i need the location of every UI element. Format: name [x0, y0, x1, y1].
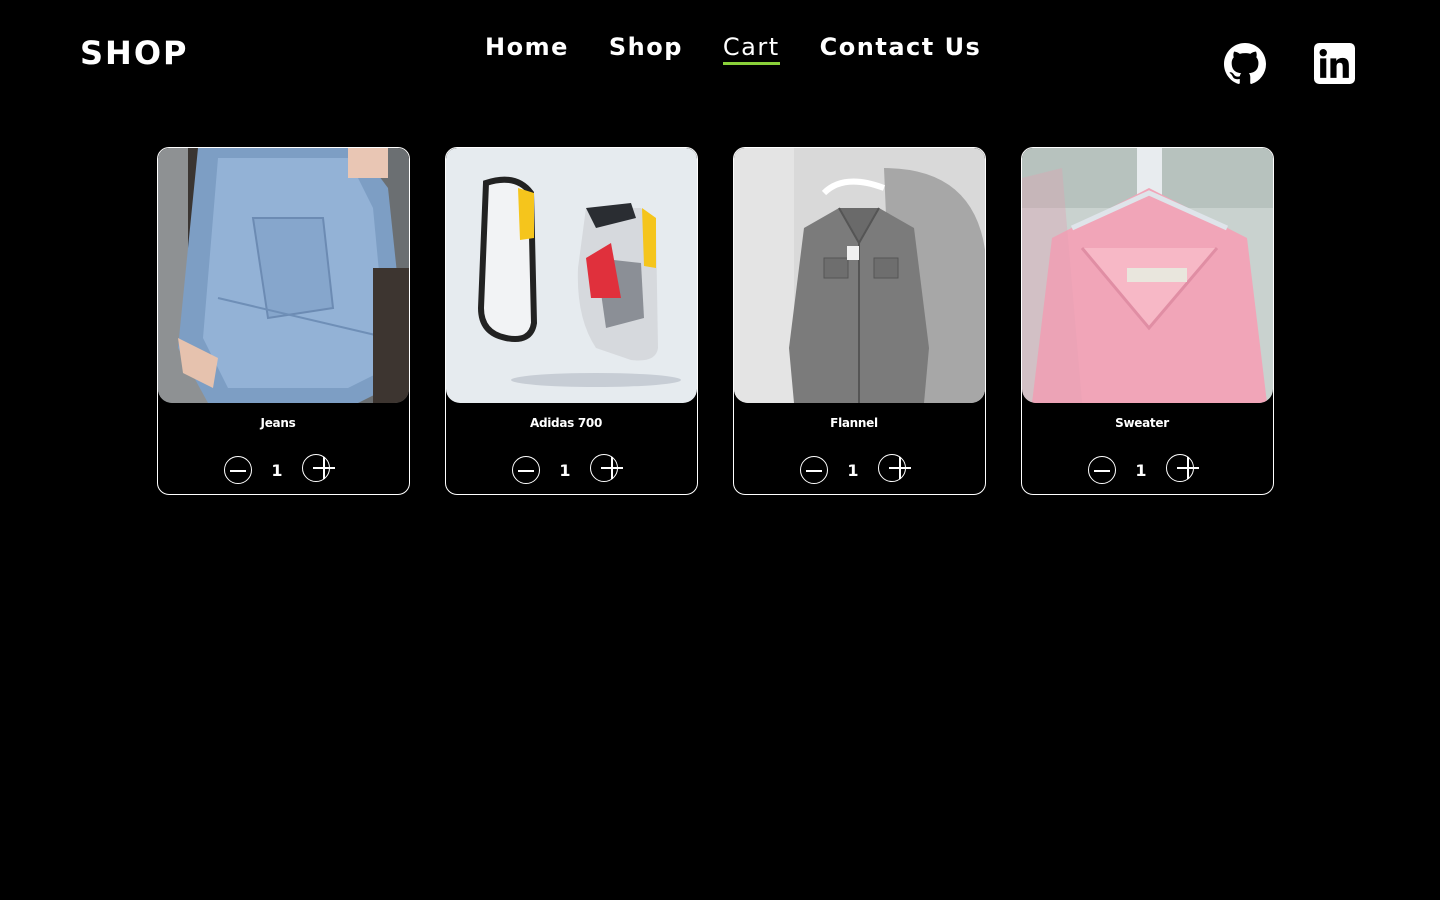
quantity-stepper: 1 — [800, 454, 911, 484]
product-name: Flannel — [830, 416, 878, 430]
product-image-jeans — [158, 148, 409, 403]
decrease-quantity-button[interactable] — [800, 456, 828, 484]
increase-quantity-button[interactable] — [302, 454, 335, 482]
product-name: Jeans — [260, 416, 296, 430]
nav-cart[interactable]: Cart — [722, 32, 780, 65]
decrease-quantity-button[interactable] — [224, 456, 252, 484]
github-icon[interactable] — [1224, 43, 1266, 85]
quantity-value: 1 — [1135, 460, 1147, 480]
site-logo[interactable]: SHOP — [80, 34, 188, 72]
product-name: Sweater — [1115, 416, 1169, 430]
product-image-sweater — [1022, 148, 1273, 403]
cart-item-card: Sweater 1 — [1021, 147, 1274, 495]
main-nav: Home Shop Cart Contact Us — [485, 32, 981, 65]
decrease-quantity-button[interactable] — [512, 456, 540, 484]
increase-quantity-button[interactable] — [1166, 454, 1199, 482]
product-image-flannel — [734, 148, 985, 403]
product-image-sneakers — [446, 148, 697, 403]
quantity-stepper: 1 — [512, 454, 623, 484]
nav-home[interactable]: Home — [485, 32, 569, 65]
cart-item-card: Flannel 1 — [733, 147, 986, 495]
cart-items: Jeans 1 Adidas 700 1 Flannel 1 Sweater 1 — [157, 147, 1274, 495]
quantity-stepper: 1 — [224, 454, 335, 484]
quantity-value: 1 — [559, 460, 571, 480]
quantity-stepper: 1 — [1088, 454, 1199, 484]
decrease-quantity-button[interactable] — [1088, 456, 1116, 484]
increase-quantity-button[interactable] — [878, 454, 911, 482]
cart-item-card: Jeans 1 — [157, 147, 410, 495]
quantity-value: 1 — [847, 460, 859, 480]
nav-contact-us[interactable]: Contact Us — [820, 32, 982, 65]
quantity-value: 1 — [271, 460, 283, 480]
linkedin-icon[interactable] — [1314, 43, 1355, 84]
nav-shop[interactable]: Shop — [609, 32, 683, 65]
cart-item-card: Adidas 700 1 — [445, 147, 698, 495]
product-name: Adidas 700 — [529, 416, 603, 430]
increase-quantity-button[interactable] — [590, 454, 623, 482]
